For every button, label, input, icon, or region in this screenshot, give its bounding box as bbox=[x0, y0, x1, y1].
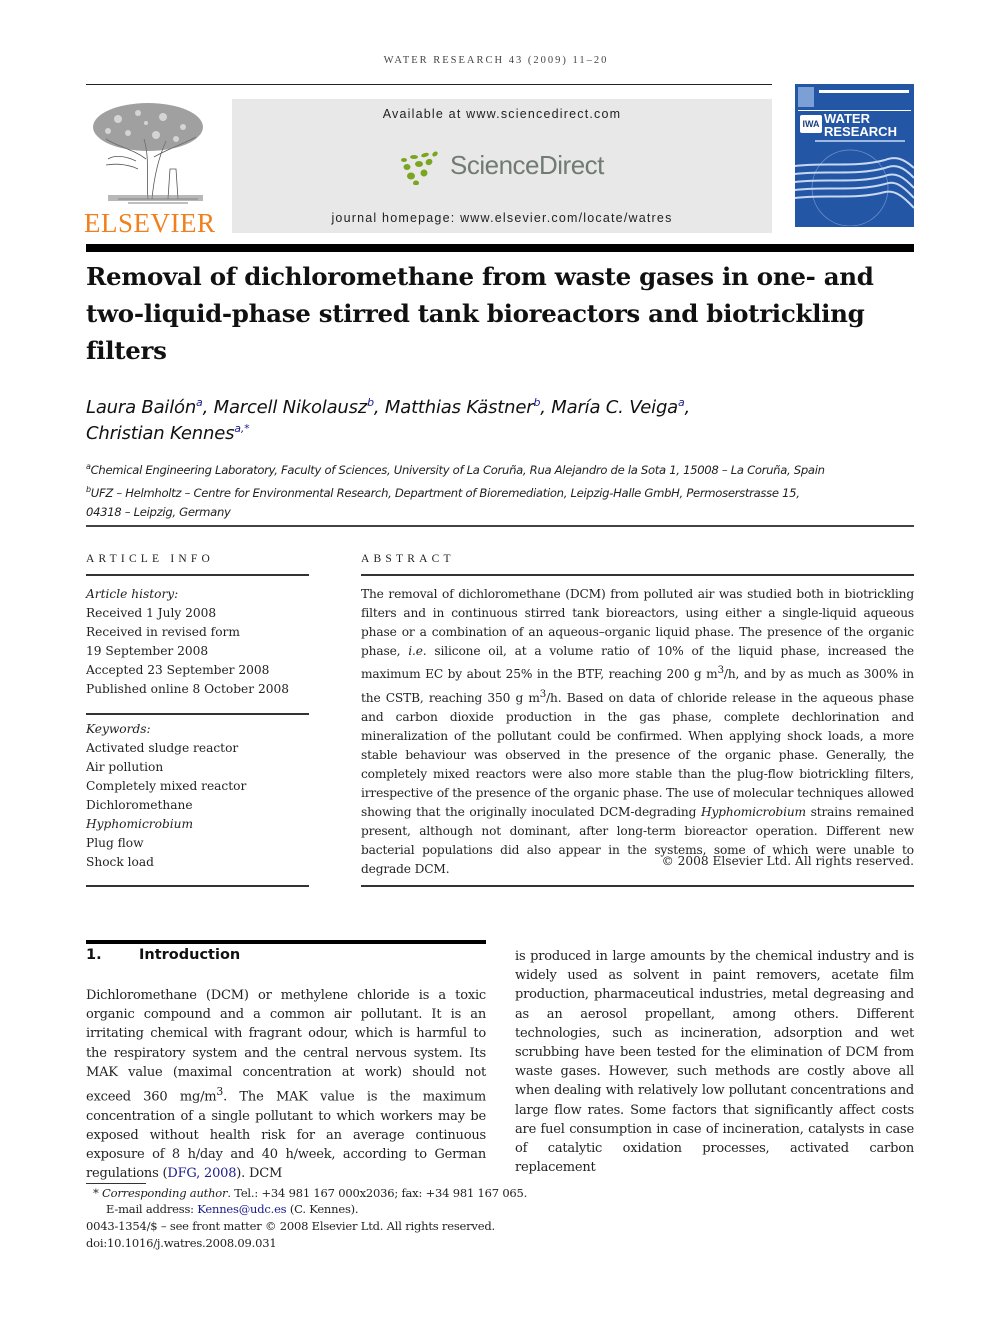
affiliation-marker[interactable]: a,* bbox=[234, 422, 249, 435]
elsevier-wordmark: ELSEVIER bbox=[84, 208, 216, 238]
author-name: Christian Kennes bbox=[86, 423, 235, 444]
elsevier-tree-icon bbox=[93, 103, 203, 204]
cover-waves-graphic bbox=[795, 149, 914, 226]
affiliation-b: bUFZ – Helmholtz – Centre for Environmen… bbox=[86, 480, 916, 503]
affiliation-marker[interactable]: b bbox=[367, 396, 374, 409]
sciencedirect-wordmark: ScienceDirect bbox=[450, 150, 604, 180]
doi-line[interactable]: doi:10.1016/j.watres.2008.09.031 bbox=[86, 1235, 277, 1252]
iwa-badge: IWA bbox=[800, 115, 822, 133]
footnote-text: . Tel.: +34 981 167 000x2036; fax: +34 9… bbox=[227, 1186, 528, 1200]
footnote-label: Corresponding author bbox=[102, 1186, 228, 1200]
cover-subtitle bbox=[815, 140, 905, 142]
footnote-star: * bbox=[93, 1186, 99, 1200]
keyword[interactable]: Completely mixed reactor bbox=[86, 777, 309, 796]
abstract-body: The removal of dichloromethane (DCM) fro… bbox=[361, 585, 914, 880]
corresponding-author-footnote: * Corresponding author. Tel.: +34 981 16… bbox=[93, 1185, 527, 1202]
abstract-italic-run: Hyphomicrobium bbox=[700, 805, 806, 820]
email-suffix: (C. Kennes). bbox=[286, 1202, 359, 1216]
affiliation-text: UFZ – Helmholtz – Centre for Environment… bbox=[90, 485, 800, 500]
citation-link[interactable]: DFG, 2008 bbox=[167, 1166, 236, 1181]
affiliation-text: 04318 – Leipzig, Germany bbox=[86, 504, 231, 519]
keywords-rule bbox=[86, 885, 309, 887]
keywords-label: Keywords: bbox=[86, 722, 151, 736]
history-item: Published online 8 October 2008 bbox=[86, 682, 289, 696]
journal-homepage-link[interactable]: journal homepage: www.elsevier.com/locat… bbox=[232, 211, 772, 225]
email-label: E-mail address: bbox=[106, 1202, 198, 1216]
affiliations: aChemical Engineering Laboratory, Facult… bbox=[86, 457, 916, 522]
author[interactable]: Matthias Kästnerb bbox=[384, 397, 541, 418]
history-item: Received in revised form bbox=[86, 625, 240, 639]
author[interactable]: María C. Veigaa bbox=[551, 397, 684, 418]
section-number: 1. bbox=[86, 947, 102, 963]
elsevier-logo[interactable]: ELSEVIER bbox=[84, 95, 215, 238]
article-history: Article history: Received 1 July 2008 Re… bbox=[86, 585, 309, 699]
affiliations-rule bbox=[86, 525, 914, 527]
author-name: Laura Bailón bbox=[86, 397, 197, 418]
keyword[interactable]: Air pollution bbox=[86, 758, 309, 777]
separator: , bbox=[373, 397, 385, 418]
body-column-2: is produced in large amounts by the chem… bbox=[515, 949, 914, 1176]
history-item: 19 September 2008 bbox=[86, 644, 209, 658]
history-item: Accepted 23 September 2008 bbox=[86, 663, 270, 677]
author-name: Marcell Nikolausz bbox=[213, 397, 368, 418]
affiliation-b-continued: 04318 – Leipzig, Germany bbox=[86, 503, 916, 522]
masthead-rule bbox=[86, 244, 914, 252]
author[interactable]: Marcell Nikolauszb bbox=[214, 397, 374, 418]
author-name: María C. Veiga bbox=[551, 397, 678, 418]
abstract-italic-run: i.e. bbox=[408, 644, 427, 659]
author-list: Laura Bailóna, Marcell Nikolauszb, Matth… bbox=[86, 395, 916, 447]
article-title: Removal of dichloromethane from waste ga… bbox=[86, 262, 874, 365]
keyword[interactable]: Shock load bbox=[86, 853, 309, 872]
cover-thumbnail bbox=[798, 87, 814, 107]
section-title: Introduction bbox=[139, 947, 241, 963]
section-heading: 1. Introduction bbox=[86, 947, 486, 963]
article-info-heading: ARTICLE INFO bbox=[86, 553, 214, 565]
affiliation-a: aChemical Engineering Laboratory, Facult… bbox=[86, 457, 916, 480]
sciencedirect-banner: Available at www.sciencedirect.com Scien… bbox=[232, 99, 772, 233]
journal-cover[interactable]: IWA WATER RESEARCH bbox=[795, 84, 914, 234]
available-at-link[interactable]: Available at www.sciencedirect.com bbox=[232, 107, 772, 121]
sciencedirect-logo[interactable]: ScienceDirect bbox=[398, 145, 618, 189]
history-label: Article history: bbox=[86, 587, 179, 601]
author-name: Matthias Kästner bbox=[384, 397, 534, 418]
cover-title-line-2: RESEARCH bbox=[824, 124, 897, 139]
abstract-bottom-rule bbox=[361, 885, 914, 887]
cover-top-bar bbox=[819, 90, 909, 93]
issn-line: 0043-1354/$ – see front matter © 2008 El… bbox=[86, 1219, 495, 1233]
running-head: WATER RESEARCH 43 (2009) 11–20 bbox=[383, 55, 609, 66]
history-item: Received 1 July 2008 bbox=[86, 606, 217, 620]
separator: , bbox=[684, 397, 691, 418]
email-footnote: E-mail address: Kennes@udc.es (C. Kennes… bbox=[106, 1201, 359, 1218]
history-rule bbox=[86, 713, 309, 715]
author[interactable]: Christian Kennesa,* bbox=[86, 422, 250, 444]
author[interactable]: Laura Bailóna bbox=[86, 397, 203, 418]
affiliation-text: Chemical Engineering Laboratory, Faculty… bbox=[90, 462, 825, 477]
keyword[interactable]: Plug flow bbox=[86, 834, 309, 853]
body-text-run: Dichloromethane (DCM) or methylene chlor… bbox=[86, 988, 486, 1105]
body-column-1: Dichloromethane (DCM) or methylene chlor… bbox=[86, 986, 486, 1183]
footnote-rule bbox=[86, 1183, 146, 1184]
abstract-copyright: © 2008 Elsevier Ltd. All rights reserved… bbox=[661, 854, 914, 868]
email-link[interactable]: Kennes@udc.es bbox=[197, 1202, 286, 1216]
section-rule bbox=[86, 940, 486, 944]
abstract-heading: ABSTRACT bbox=[361, 553, 455, 565]
separator: , bbox=[540, 397, 552, 418]
abstract-rule bbox=[361, 574, 914, 576]
article-info-rule bbox=[86, 574, 309, 576]
keyword[interactable]: Activated sludge reactor bbox=[86, 739, 309, 758]
body-text-run: ). DCM bbox=[236, 1166, 283, 1182]
abstract-text-run: /h. Based on data of chloride release in… bbox=[361, 690, 914, 820]
cover-bottom-bar bbox=[795, 227, 914, 234]
header-rule bbox=[86, 84, 772, 85]
keyword[interactable]: Dichloromethane bbox=[86, 796, 309, 815]
keyword[interactable]: Hyphomicrobium bbox=[86, 815, 309, 834]
cover-title: WATER RESEARCH bbox=[824, 112, 897, 138]
keywords: Keywords: Activated sludge reactor Air p… bbox=[86, 720, 309, 872]
separator: , bbox=[202, 397, 214, 418]
